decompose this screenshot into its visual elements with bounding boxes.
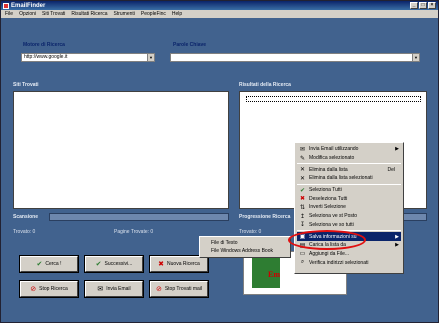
uncheck-icon: ✖ xyxy=(299,196,306,203)
send-email-submenu: File di Testo File Windows Address Book xyxy=(199,236,291,258)
found-right-count: Trovato: 0 xyxy=(239,229,262,235)
maximize-button[interactable]: □ xyxy=(419,2,427,9)
ctx-verify[interactable]: ⌕ Verifica indirizzi selezionati xyxy=(297,258,401,267)
keywords-select[interactable]: ▼ xyxy=(170,53,420,62)
delete-x-icon: ✖ xyxy=(158,261,165,268)
title-bar: EmailFinder _ □ × xyxy=(1,1,438,10)
select-icon: ↥ xyxy=(299,213,306,220)
ctx-select-to[interactable]: ↥ Seleziona ve st Posto xyxy=(297,212,401,221)
logo-letter: Em xyxy=(268,270,280,279)
minimize-button[interactable]: _ xyxy=(410,2,418,9)
ctx-label: Modifica selezionato xyxy=(309,155,355,162)
ctx-delete-selected[interactable]: ✕ Elimina dalla lista selezionati xyxy=(297,174,401,183)
check-icon: ✔ xyxy=(36,261,43,268)
ctx-deselect-all[interactable]: ✖ Deseleziona Tutti xyxy=(297,194,401,203)
stop-search-button-label: Stop Ricerca xyxy=(39,286,68,292)
menu-file[interactable]: File xyxy=(5,11,13,17)
menu-separator xyxy=(297,183,401,185)
send-email-button-label: Invia Email xyxy=(106,286,131,292)
scan-progress-bar xyxy=(49,213,229,221)
chevron-down-icon[interactable]: ▼ xyxy=(147,54,154,61)
search-button-label: Cerca ! xyxy=(45,261,62,267)
ctx-label: Seleziona ve st Posto xyxy=(309,213,358,220)
ctx-select-all[interactable]: ✔ Seleziona Tutti xyxy=(297,186,401,195)
ctx-add-file[interactable]: ▭ Aggiungi da File... xyxy=(297,250,401,259)
close-button[interactable]: × xyxy=(428,2,436,9)
sites-found-label: Siti Trovati xyxy=(13,82,39,88)
ctx-label: Invia Email utilizzando xyxy=(309,146,359,153)
context-menu: ✉ Invia Email utilizzando ▶ ✎ Modifica sele… xyxy=(294,142,404,274)
menu-siti-trovati[interactable]: Siti Trovati xyxy=(42,11,65,17)
stop-found-mail-button[interactable]: ⊘ Stop Trovati mail xyxy=(150,281,208,297)
chevron-right-icon: ▶ xyxy=(395,233,399,240)
select-icon: ↧ xyxy=(299,222,306,229)
ctx-send-email[interactable]: ✉ Invia Email utilizzando ▶ xyxy=(297,145,401,154)
check-icon: ✔ xyxy=(95,261,102,268)
ctx-modify[interactable]: ✎ Modifica selezionato xyxy=(297,154,401,163)
envelope-icon: ✉ xyxy=(299,146,306,153)
search-engine-value: http://www.google.it xyxy=(24,54,68,60)
menu-peoplefinc[interactable]: PeopleFinc xyxy=(141,11,166,17)
ctx-label: Seleziona Tutti xyxy=(309,187,342,194)
highlight-ring xyxy=(288,230,366,250)
scan-label: Scansione xyxy=(13,214,39,220)
menu-strumenti[interactable]: Strumenti xyxy=(113,11,134,17)
search-button[interactable]: ✔ Cerca ! xyxy=(20,256,78,272)
menu-help[interactable]: Help xyxy=(172,11,182,17)
app-window: EmailFinder _ □ × File Opzioni Siti Trov… xyxy=(0,0,439,323)
next-button-label: Successivi... xyxy=(104,261,133,267)
keywords-label: Parole Chiave xyxy=(173,42,207,48)
folder-icon: ▭ xyxy=(299,251,306,258)
submenu-address-book[interactable]: File Windows Address Book xyxy=(203,247,287,255)
ctx-label: Verifica indirizzi selezionati xyxy=(309,259,369,266)
chevron-down-icon[interactable]: ▼ xyxy=(412,54,419,61)
found-count: Trovato: 0 xyxy=(13,229,36,235)
window-title: EmailFinder xyxy=(11,2,46,9)
ctx-label: Seleziona ve so tutti xyxy=(309,221,354,228)
pages-found-count: Pagine Trovate: 0 xyxy=(114,229,154,235)
stop-icon: ⊘ xyxy=(30,286,37,293)
search-progress-label: Progressione Ricerca xyxy=(239,214,291,220)
menu-separator xyxy=(297,163,401,165)
ctx-label: Aggiungi da File... xyxy=(309,250,350,257)
ctx-label: Elimina dalla lista xyxy=(309,166,348,173)
next-button[interactable]: ✔ Successivi... xyxy=(85,256,143,272)
menu-bar: File Opzioni Siti Trovati Risultati Rice… xyxy=(1,10,438,18)
shortcut-label: Del xyxy=(387,166,395,173)
ctx-label: Deseleziona Tutti xyxy=(309,195,348,202)
search-engine-select[interactable]: http://www.google.it ▼ xyxy=(21,53,155,62)
ctx-label: Inverti Selezione xyxy=(309,204,346,211)
ctx-invert[interactable]: ⇅ Inverti Selezione xyxy=(297,203,401,212)
ctx-delete[interactable]: ✕ Elimina dalla lista Del xyxy=(297,165,401,174)
delete-x-icon: ✕ xyxy=(299,167,306,174)
menu-risultati[interactable]: Risultati Ricerca xyxy=(71,11,107,17)
new-search-button-label: Nuova Ricerca xyxy=(167,261,200,267)
search-results-label: Risultati della Ricerca xyxy=(239,82,291,88)
submenu-text-file[interactable]: File di Testo xyxy=(203,239,287,247)
stop-icon: ⊘ xyxy=(155,286,162,293)
chevron-right-icon: ▶ xyxy=(395,242,399,249)
delete-x-icon: ✕ xyxy=(299,175,306,182)
menu-opzioni[interactable]: Opzioni xyxy=(19,11,36,17)
focus-row xyxy=(246,96,421,102)
ctx-label: Elimina dalla lista selezionati xyxy=(309,175,373,182)
check-icon: ✔ xyxy=(299,187,306,194)
search-engine-label: Motore di Ricerca xyxy=(23,42,65,48)
send-email-button[interactable]: ✉ Invia Email xyxy=(85,281,143,297)
new-search-button[interactable]: ✖ Nuova Ricerca xyxy=(150,256,208,272)
stop-search-button[interactable]: ⊘ Stop Ricerca xyxy=(20,281,78,297)
chevron-right-icon: ▶ xyxy=(395,146,399,153)
magnifier-icon: ⌕ xyxy=(300,259,305,266)
stop-found-mail-button-label: Stop Trovati mail xyxy=(164,286,203,292)
edit-icon: ✎ xyxy=(299,155,306,162)
envelope-icon: ✉ xyxy=(97,286,104,293)
app-icon xyxy=(3,2,9,9)
invert-icon: ⇅ xyxy=(299,204,306,211)
ctx-select-all-to[interactable]: ↧ Seleziona ve so tutti xyxy=(297,221,401,230)
sites-found-list[interactable] xyxy=(13,91,229,209)
